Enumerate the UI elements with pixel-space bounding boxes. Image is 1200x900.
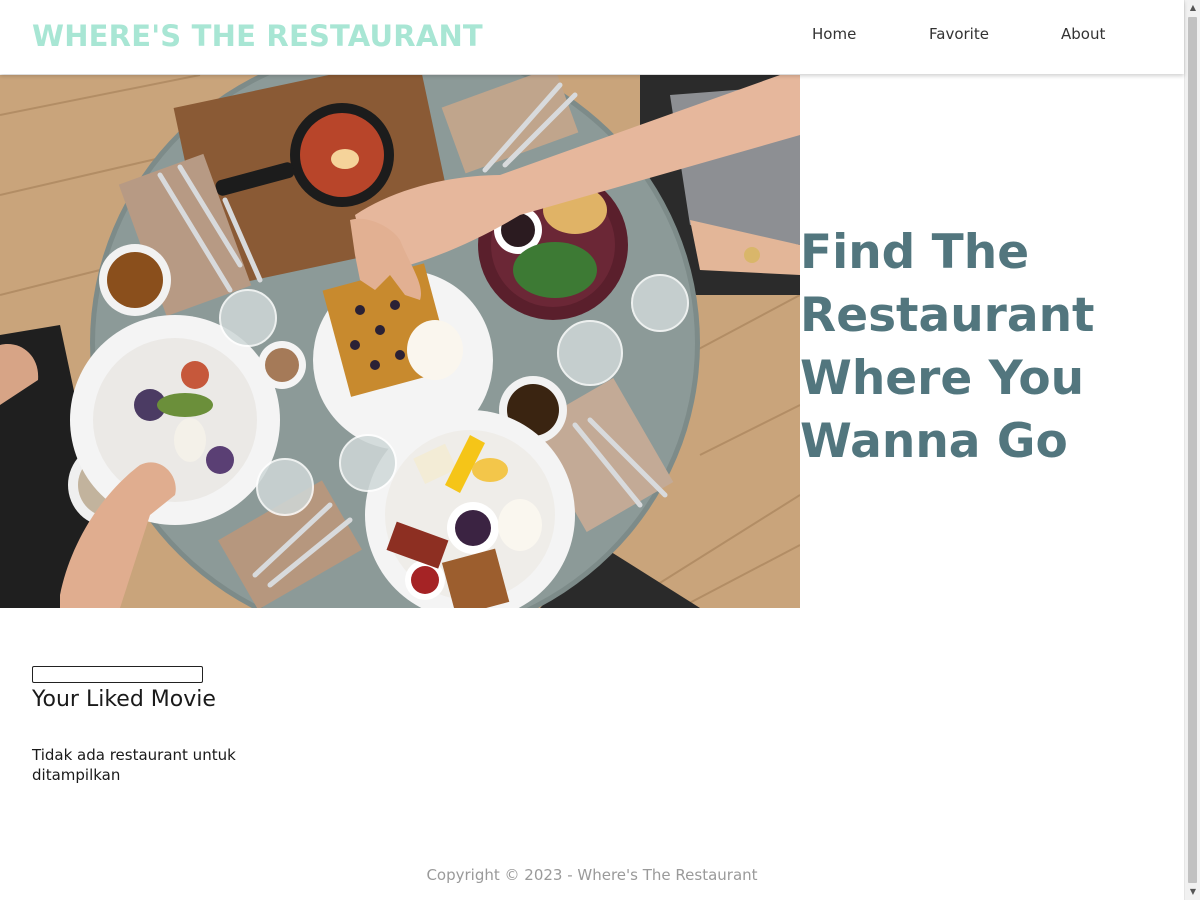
nav-home-link[interactable]: Home: [812, 25, 856, 43]
section-title: Your Liked Movie: [32, 687, 216, 712]
nav-favorite-link[interactable]: Favorite: [929, 25, 989, 43]
nav-about-link[interactable]: About: [1061, 25, 1105, 43]
empty-state-message: Tidak ada restaurant untuk ditampilkan: [32, 746, 236, 784]
scrollbar-thumb[interactable]: [1188, 17, 1197, 883]
hero-title: Find The Restaurant Where You Wanna Go: [800, 225, 1095, 469]
page: WHERE'S THE RESTAURANT Home Favorite Abo…: [0, 0, 1184, 900]
brand-logo[interactable]: WHERE'S THE RESTAURANT: [32, 19, 483, 53]
hero-image: [0, 75, 800, 608]
app-header: WHERE'S THE RESTAURANT Home Favorite Abo…: [0, 0, 1184, 74]
hero-section: Find The Restaurant Where You Wanna Go: [0, 75, 1184, 608]
scroll-up-arrow-icon[interactable]: ▲: [1185, 0, 1200, 16]
footer-copyright: Copyright © 2023 - Where's The Restauran…: [426, 866, 758, 884]
scroll-down-arrow-icon[interactable]: ▼: [1185, 884, 1200, 900]
vertical-scrollbar[interactable]: ▲ ▼: [1184, 0, 1200, 900]
main-content: Your Liked Movie Tidak ada restaurant un…: [32, 666, 332, 785]
search-input[interactable]: [32, 666, 203, 683]
